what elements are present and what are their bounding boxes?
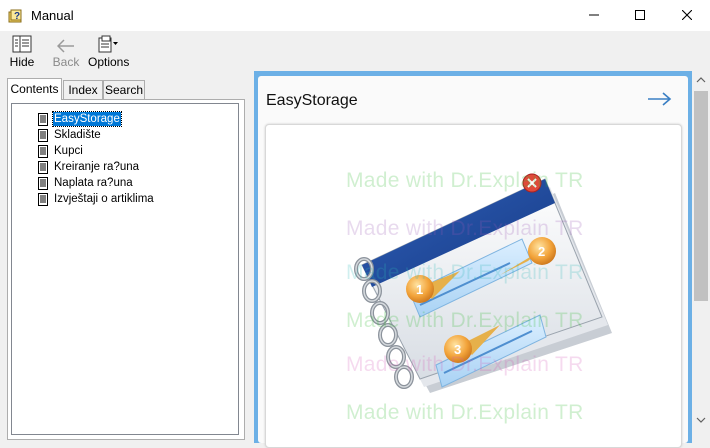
scroll-up-icon[interactable]	[692, 71, 710, 89]
hide-pane-icon	[12, 35, 32, 53]
tree-item-kupci[interactable]: Kupci	[38, 143, 84, 159]
scrollbar-thumb[interactable]	[694, 91, 708, 301]
toolbar: Hide Back Options	[0, 31, 710, 71]
watermark-text: Made with Dr.Explain TR	[346, 353, 584, 376]
hide-button[interactable]: Hide	[7, 34, 37, 70]
tree-item-skladiste[interactable]: Skladište	[38, 127, 102, 143]
tree-item-label: EasyStorage	[52, 111, 122, 127]
back-button[interactable]: Back	[50, 34, 82, 70]
minimize-icon	[589, 14, 599, 16]
document-icon	[38, 176, 48, 190]
content-pane: EasyStorage 1 2 3 Made with Dr.Explain T…	[254, 71, 692, 448]
watermark-text: Made with Dr.Explain TR	[346, 261, 584, 284]
topic-page: EasyStorage 1 2 3 Made with Dr.Explain T…	[258, 76, 688, 448]
tab-contents[interactable]: Contents	[7, 78, 62, 100]
back-label: Back	[52, 55, 80, 69]
options-icon	[98, 35, 118, 53]
tree-item-easystorage[interactable]: EasyStorage	[38, 111, 122, 127]
tab-index[interactable]: Index	[63, 80, 103, 99]
maximize-icon	[635, 10, 645, 20]
tree-item-label: Izvještaji o artiklima	[54, 193, 154, 205]
watermark-text: Made with Dr.Explain TR	[346, 401, 584, 424]
svg-text:2: 2	[538, 244, 545, 259]
illustration-card: 1 2 3 Made with Dr.Explain TR Made with …	[265, 124, 682, 448]
hide-label: Hide	[9, 55, 35, 69]
title-bar: ? Manual	[0, 0, 710, 31]
help-file-icon: ?	[8, 9, 22, 23]
right-arrow-icon[interactable]	[646, 90, 674, 108]
tree-item-kreiranje-racuna[interactable]: Kreiranje ra?una	[38, 159, 140, 175]
navigation-pane: Contents Index Search EasyStorage Skladi…	[0, 71, 250, 443]
tree-item-label: Skladište	[54, 129, 101, 141]
window-title: Manual	[31, 8, 74, 23]
document-icon	[38, 144, 48, 158]
page-title: EasyStorage	[266, 92, 358, 109]
watermark-text: Made with Dr.Explain TR	[346, 169, 584, 192]
options-label: Options	[88, 55, 130, 69]
maximize-button[interactable]	[617, 0, 663, 31]
document-icon	[38, 192, 48, 206]
watermark-text: Made with Dr.Explain TR	[346, 309, 584, 332]
minimize-button[interactable]	[571, 0, 617, 31]
tree-item-label: Kupci	[54, 145, 83, 157]
scroll-down-icon[interactable]	[692, 411, 710, 429]
tree-item-label: Kreiranje ra?una	[54, 161, 140, 173]
tab-search[interactable]: Search	[103, 80, 145, 99]
tree-item-naplata-racuna[interactable]: Naplata ra?una	[38, 175, 134, 191]
tree-item-label: Naplata ra?una	[54, 177, 133, 189]
close-button[interactable]	[664, 0, 710, 31]
close-icon	[682, 10, 692, 20]
options-button[interactable]: Options	[88, 34, 130, 70]
watermark-text: Made with Dr.Explain TR	[346, 217, 584, 240]
tree-item-izvjestaji[interactable]: Izvještaji o artiklima	[38, 191, 155, 207]
vertical-scrollbar[interactable]	[692, 71, 710, 443]
document-icon	[38, 128, 48, 142]
document-icon	[38, 160, 48, 174]
svg-text:?: ?	[14, 11, 20, 22]
contents-tree[interactable]: EasyStorage Skladište Kupci Kreiranje ra…	[11, 103, 239, 435]
back-arrow-icon	[57, 39, 74, 53]
tree-frame: EasyStorage Skladište Kupci Kreiranje ra…	[7, 99, 245, 440]
document-icon	[38, 112, 48, 126]
